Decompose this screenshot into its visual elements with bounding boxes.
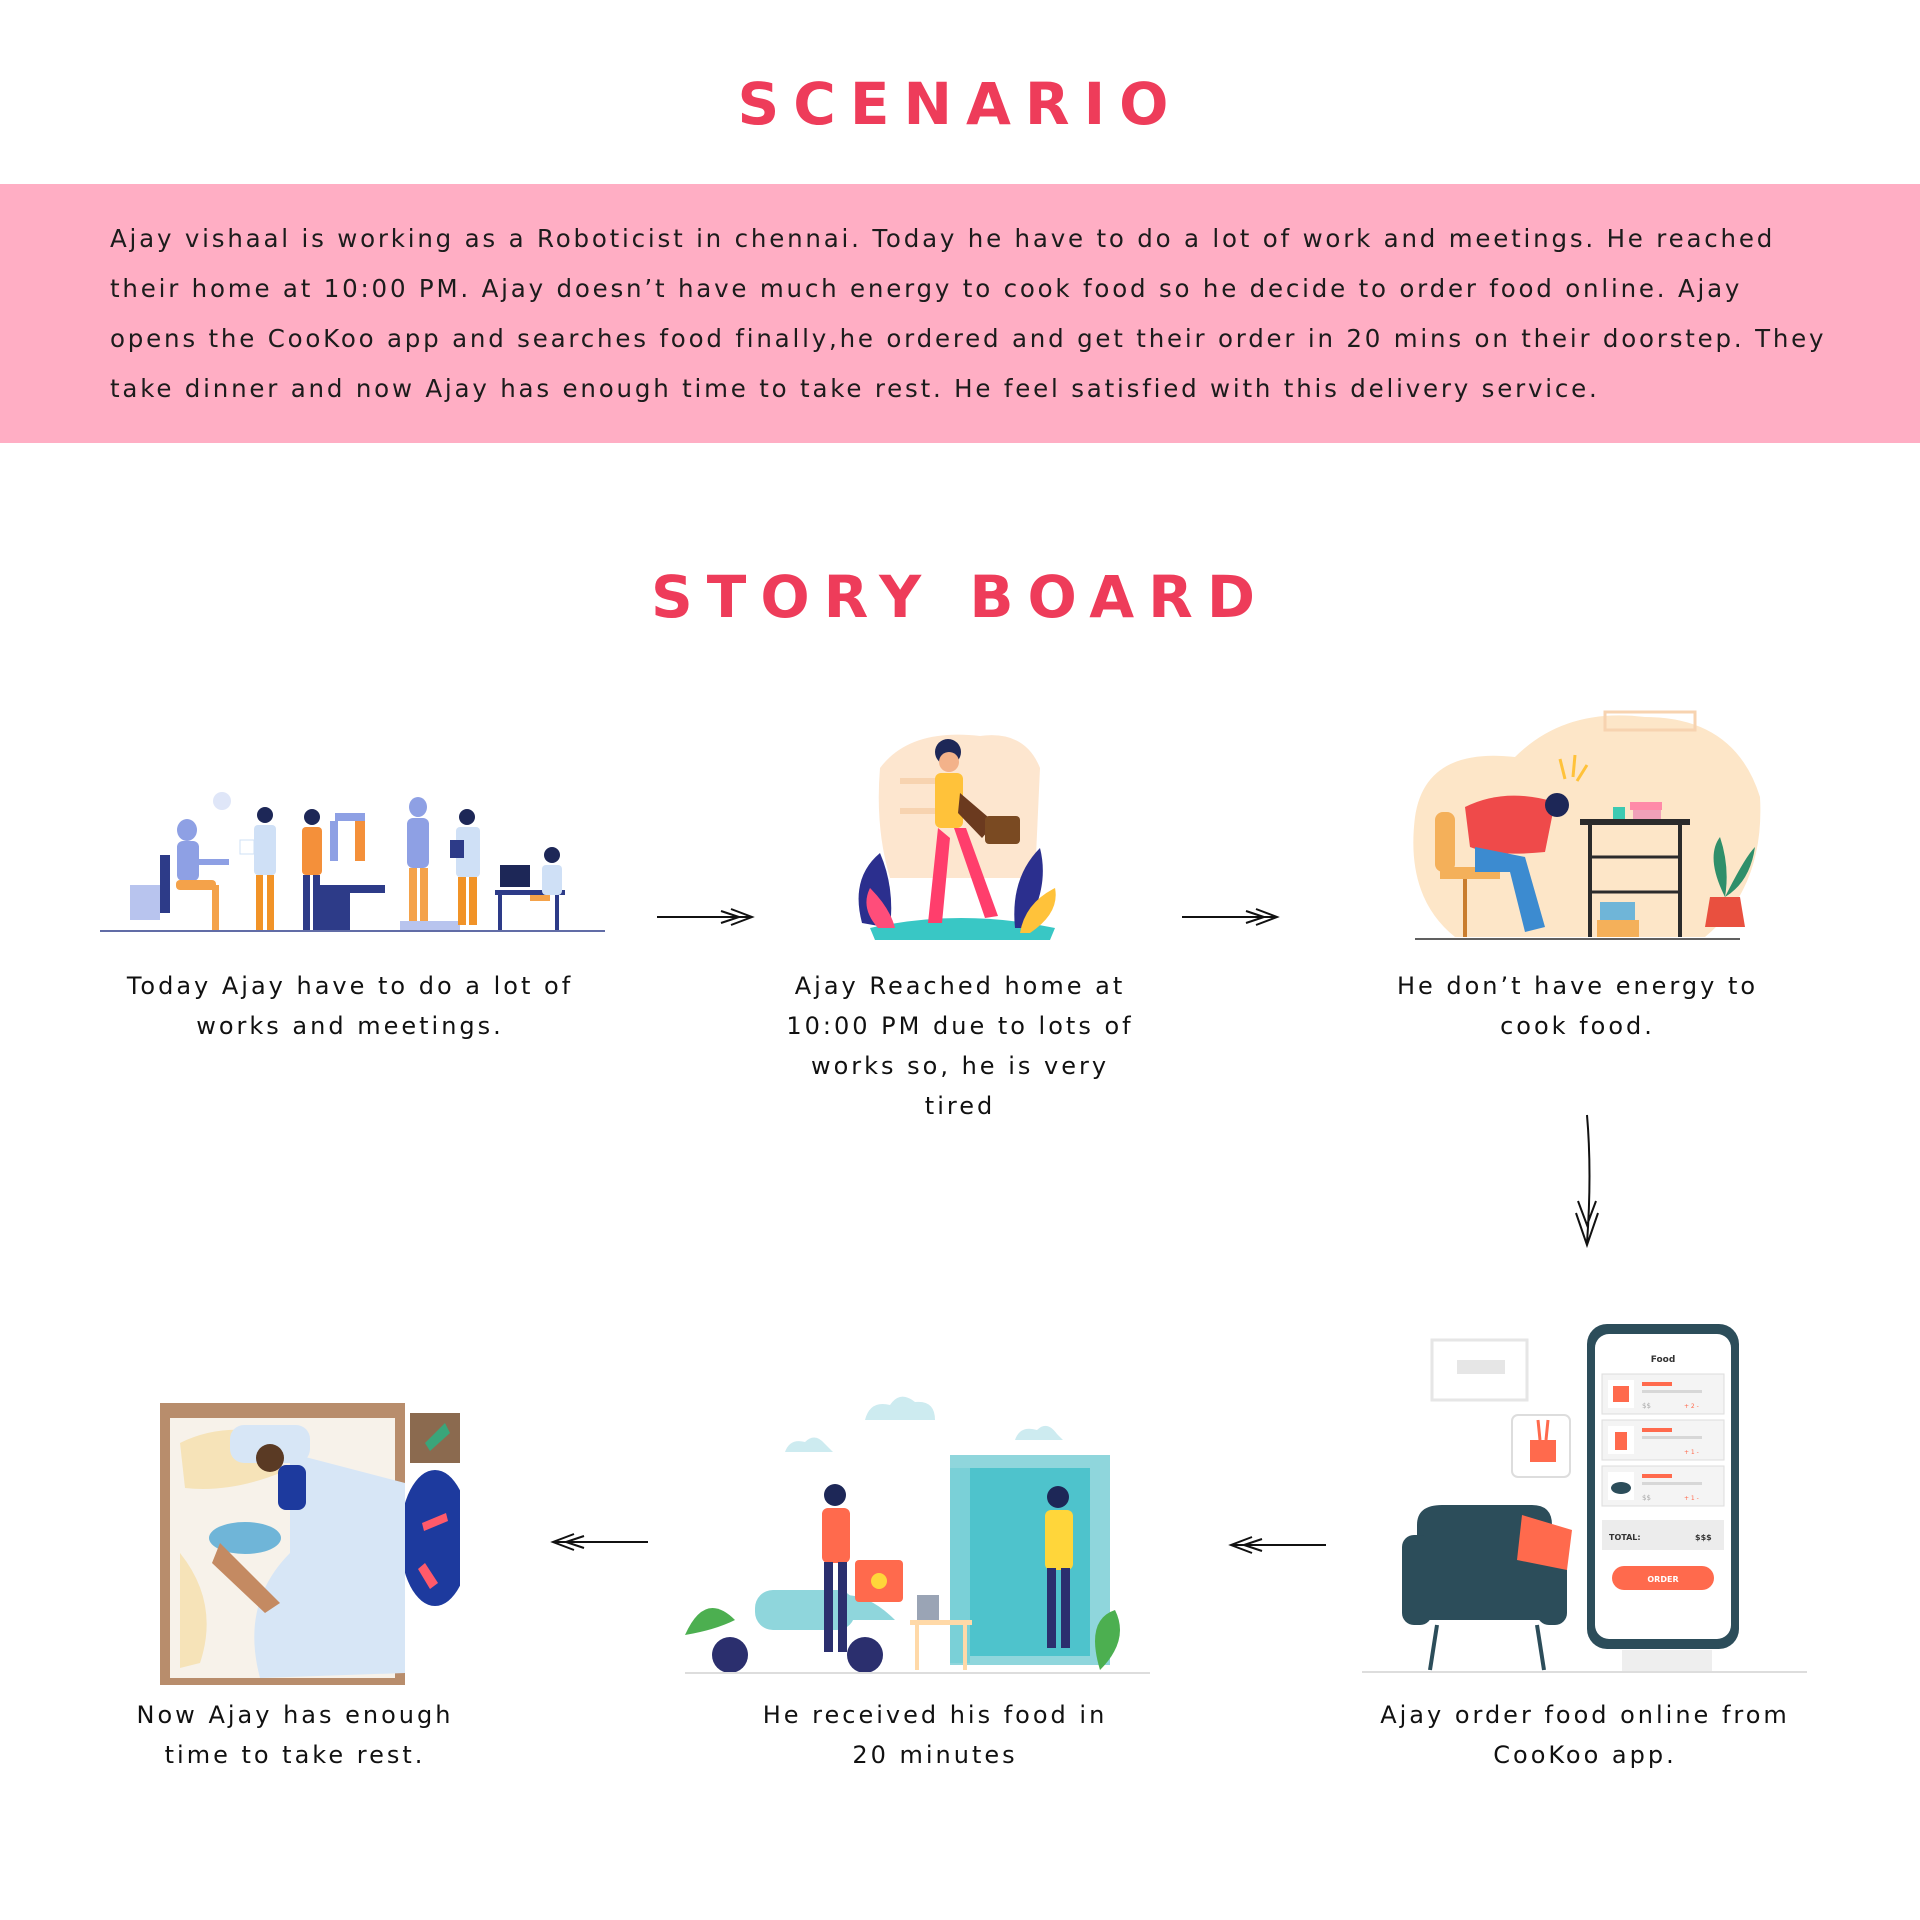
panel-caption-3: He don’t have energy to cook food.: [1396, 972, 1759, 1040]
scenario-band: Ajay vishaal is working as a Roboticist …: [0, 184, 1920, 443]
resting-man-illustration: [160, 1403, 460, 1685]
panel-caption-5: He received his food in 20 minutes: [762, 1701, 1108, 1769]
app-total-label: TOTAL:: [1609, 1533, 1641, 1542]
app-item-qty[interactable]: + 2 -: [1684, 1403, 1699, 1410]
panel-caption-4: Ajay order food online from CooKoo app.: [1380, 1701, 1790, 1769]
storyboard-title: STORY BOARD: [651, 563, 1269, 631]
arrow-left-icon: [550, 1533, 648, 1551]
scenario-text: Ajay vishaal is working as a Roboticist …: [110, 224, 1827, 403]
lab-meeting-illustration: [100, 792, 605, 932]
order-button[interactable]: ORDER: [1612, 1566, 1714, 1590]
exhausted-man-illustration: [1413, 710, 1761, 940]
arrow-left-icon: [1228, 1536, 1326, 1554]
arrow-right-icon: [657, 908, 755, 926]
app-item-qty[interactable]: + 1 -: [1684, 1449, 1699, 1456]
app-item-qty[interactable]: + 1 -: [1684, 1495, 1699, 1502]
tired-man-illustration: [858, 734, 1056, 940]
app-item-3[interactable]: $$ + 1 -: [1601, 1465, 1725, 1507]
app-item-price: $$: [1642, 1402, 1651, 1410]
arrow-right-icon: [1182, 908, 1280, 926]
panel-caption-1: Today Ajay have to do a lot of works and…: [126, 972, 574, 1040]
app-item-price: $$: [1642, 1494, 1651, 1502]
food-app-illustration: Food $$ + 2 - + 1 - $$ + 1 - TOTAL: $$$ …: [1362, 1324, 1807, 1673]
scenario-title: SCENARIO: [737, 70, 1183, 138]
app-item-1[interactable]: $$ + 2 -: [1601, 1373, 1725, 1415]
app-item-2[interactable]: + 1 -: [1601, 1419, 1725, 1461]
app-total-value: $$$: [1695, 1533, 1712, 1542]
app-screen-title: Food: [1651, 1355, 1676, 1365]
arrow-down-icon: [1575, 1114, 1599, 1248]
panel-caption-2: Ajay Reached home at 10:00 PM due to lot…: [786, 972, 1134, 1120]
food-delivery-illustration: [685, 1396, 1150, 1674]
order-button-label: ORDER: [1647, 1575, 1678, 1584]
panel-caption-6: Now Ajay has enough time to take rest.: [136, 1701, 454, 1769]
